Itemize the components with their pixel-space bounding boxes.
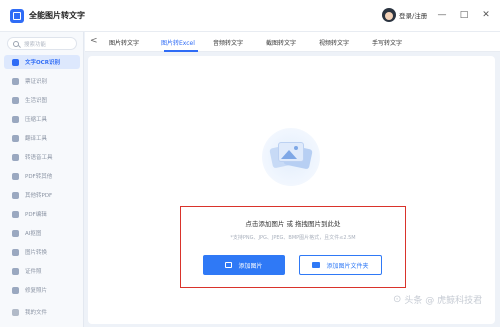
minimize-button[interactable]: —: [436, 9, 448, 21]
sidebar-item-ticket[interactable]: 票证识别: [4, 74, 80, 88]
sidebar: 搜索功能 文字OCR识别 票证识别 生活识图 压缩工具 翻译工具 转语音工具 P…: [0, 32, 84, 327]
back-chevron-icon[interactable]: <: [90, 36, 98, 46]
sidebar-item-id-photo[interactable]: 证件照: [4, 264, 80, 278]
tab-bar: < 图片转文字 图片转Excel 音频转文字 截图转文字 视频转文字 手写转文字: [85, 32, 500, 52]
tab-handwriting-to-text[interactable]: 手写转文字: [372, 38, 402, 47]
sidebar-item-compress[interactable]: 压缩工具: [4, 112, 80, 126]
sidebar-item-label: 文字OCR识别: [25, 60, 60, 66]
image-icon: [225, 262, 233, 268]
translate-icon: [12, 134, 19, 142]
drop-zone-hint: *支持PNG、JPG、JPEG、BMP图片格式，且文件≤2.5M: [230, 235, 356, 241]
watermark: ⊙ 头条 @ 虎鲸科技君: [393, 293, 482, 306]
sidebar-item-photo-repair[interactable]: 修复照片: [4, 283, 80, 297]
tab-image-to-excel[interactable]: 图片转Excel: [161, 38, 195, 47]
folder-icon: [312, 262, 321, 268]
sidebar-item-ai-cutout[interactable]: AI抠图: [4, 226, 80, 240]
add-folder-label: 添加图片文件夹: [326, 262, 369, 270]
login-button[interactable]: 登录/注册: [382, 8, 427, 22]
sidebar-item-label: PDF编辑: [25, 212, 47, 218]
app-title: 全能图片转文字: [29, 11, 85, 20]
image-convert-icon: [12, 248, 19, 256]
sidebar-item-label: AI抠图: [25, 231, 42, 237]
add-folder-button[interactable]: 添加图片文件夹: [299, 255, 382, 275]
pdf-convert-icon: [12, 191, 19, 199]
sidebar-item-life-recognition[interactable]: 生活识图: [4, 93, 80, 107]
watermark-text: 头条 @ 虎鲸科技君: [404, 296, 483, 306]
app-logo-icon: [10, 8, 24, 23]
sidebar-item-label: 压缩工具: [25, 117, 48, 123]
avatar: [382, 8, 396, 22]
main-panel: 点击添加图片 或 拖拽图片到此处 *支持PNG、JPG、JPEG、BMP图片格式…: [88, 56, 495, 324]
sidebar-item-label: 证件照: [25, 269, 42, 275]
image-placeholder-icon: [258, 124, 324, 190]
sidebar-item-translate[interactable]: 翻译工具: [4, 131, 80, 145]
ticket-icon: [12, 77, 19, 85]
search-input[interactable]: 搜索功能: [7, 37, 77, 50]
search-placeholder: 搜索功能: [24, 41, 47, 48]
speech-icon: [12, 153, 19, 161]
sidebar-item-label: 生活识图: [25, 98, 48, 104]
sidebar-item-label: 票证识别: [25, 79, 48, 85]
compress-icon: [12, 115, 19, 123]
login-label: 登录/注册: [399, 12, 428, 20]
folder-icon: [12, 308, 19, 316]
pdf-icon: [12, 172, 19, 180]
drop-zone-title: 点击添加图片 或 拖拽图片到此处: [245, 220, 341, 228]
ai-cutout-icon: [12, 229, 19, 237]
id-photo-icon: [12, 267, 19, 275]
maximize-button[interactable]: □: [458, 9, 470, 21]
photo-repair-icon: [12, 286, 19, 294]
sidebar-item-label: 图片转换: [25, 250, 48, 256]
title-bar: 全能图片转文字 登录/注册 — □ ✕: [0, 0, 500, 32]
tab-audio-to-text[interactable]: 音频转文字: [213, 38, 243, 47]
my-files-button[interactable]: 我的文件: [4, 305, 80, 319]
sidebar-item-image-convert[interactable]: 图片转换: [4, 245, 80, 259]
sidebar-item-label: PDF转其他: [25, 174, 53, 180]
sidebar-item-label: 修复照片: [25, 288, 48, 294]
sidebar-item-pdf-edit[interactable]: PDF编辑: [4, 207, 80, 221]
sidebar-item-ocr[interactable]: 文字OCR识别: [4, 55, 80, 69]
watermark-logo-icon: ⊙: [393, 294, 402, 305]
tab-screenshot-to-text[interactable]: 截图转文字: [266, 38, 296, 47]
close-button[interactable]: ✕: [480, 9, 492, 21]
drop-zone[interactable]: 点击添加图片 或 拖拽图片到此处 *支持PNG、JPG、JPEG、BMP图片格式…: [180, 206, 406, 288]
ocr-icon: [12, 58, 19, 66]
add-image-label: 添加图片: [238, 262, 263, 270]
pdf-edit-icon: [12, 210, 19, 218]
leaf-icon: [12, 96, 19, 104]
sidebar-item-label: 翻译工具: [25, 136, 48, 142]
sidebar-item-pdf-to-other[interactable]: PDF转其他: [4, 169, 80, 183]
tab-video-to-text[interactable]: 视频转文字: [319, 38, 349, 47]
my-files-label: 我的文件: [25, 310, 48, 316]
tab-image-to-text[interactable]: 图片转文字: [109, 38, 139, 47]
sidebar-item-other-to-pdf[interactable]: 其他转PDF: [4, 188, 80, 202]
active-tab-indicator: [164, 50, 198, 52]
search-icon: [13, 40, 19, 47]
sidebar-item-speech[interactable]: 转语音工具: [4, 150, 80, 164]
add-image-button[interactable]: 添加图片: [203, 255, 285, 275]
sidebar-item-label: 其他转PDF: [25, 193, 53, 199]
sidebar-item-label: 转语音工具: [25, 155, 53, 161]
